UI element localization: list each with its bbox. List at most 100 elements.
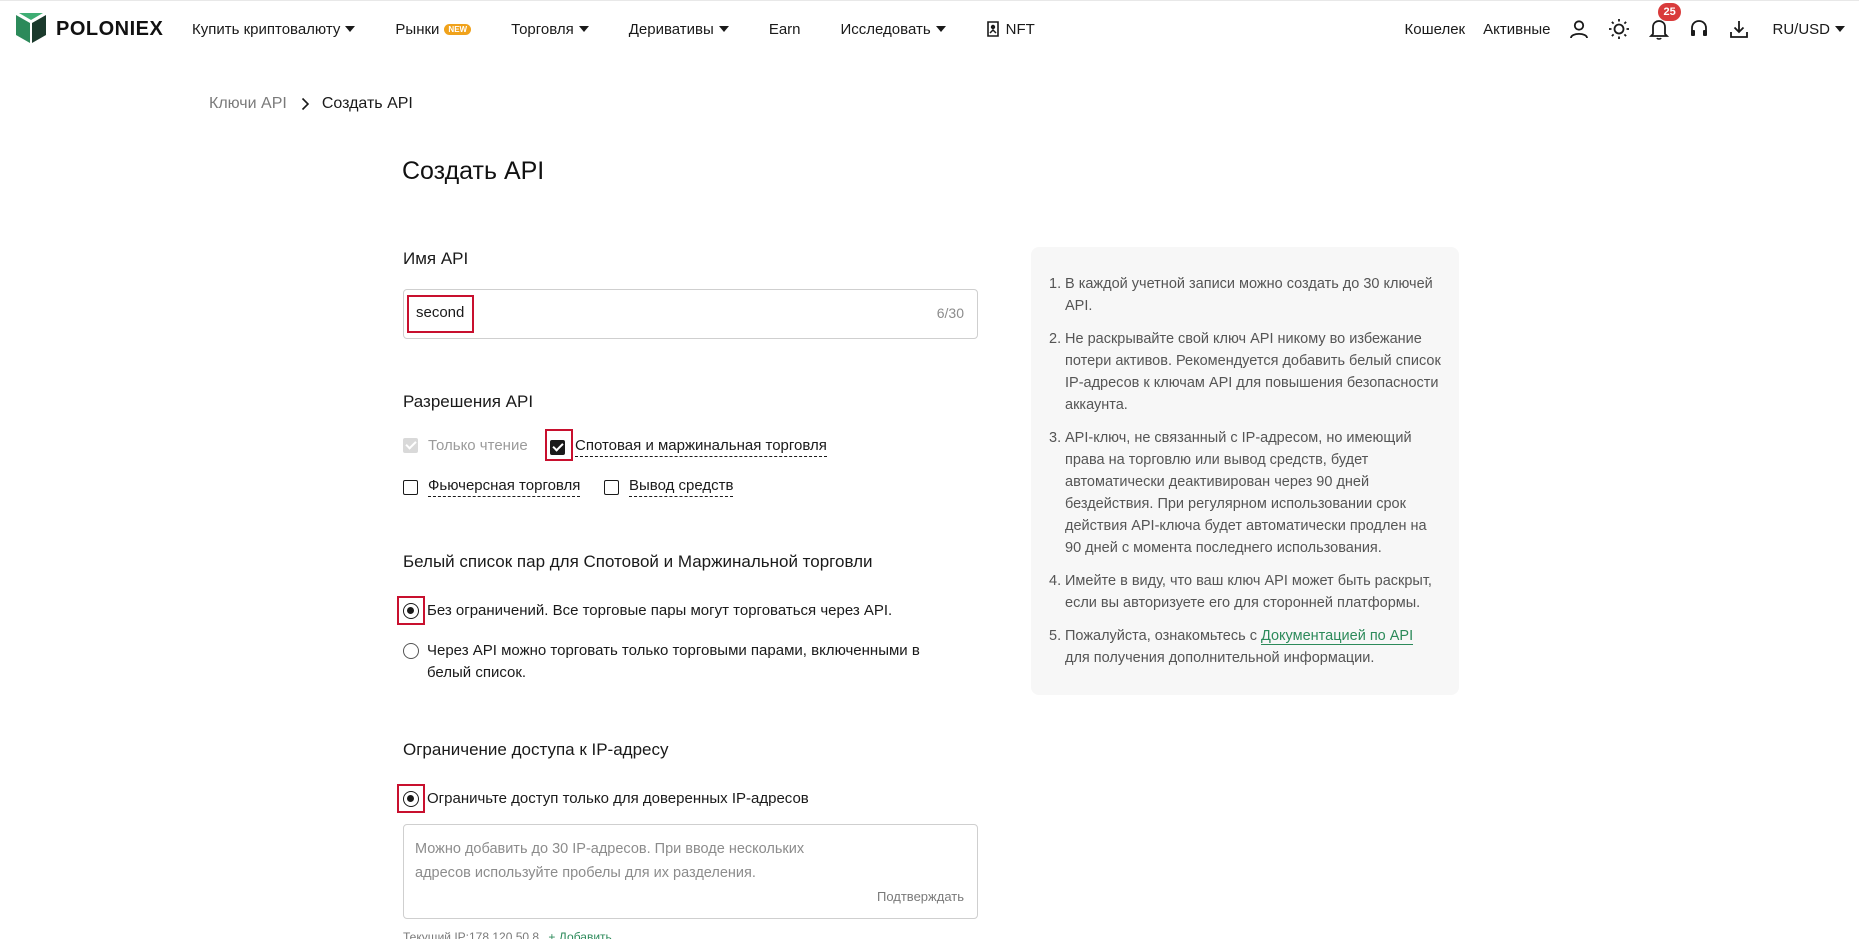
highlight-box-unrestricted-radio <box>397 596 425 625</box>
trusted-ip-label: Ограничьте доступ только для доверенных … <box>427 790 809 807</box>
info-panel: 1. В каждой учетной записи можно создать… <box>1031 247 1459 695</box>
theme-sun-icon[interactable] <box>1608 18 1630 40</box>
info-item-text: Имейте в виду, что ваш ключ API может бы… <box>1065 573 1432 611</box>
info-item-text: API-ключ, не связанный с IP-адресом, но … <box>1065 430 1427 556</box>
api-name-input[interactable]: second 6/30 <box>403 289 978 339</box>
language-currency-selector[interactable]: RU/USD <box>1772 21 1845 38</box>
api-name-label: Имя API <box>403 249 469 268</box>
breadcrumb-api-keys-link[interactable]: Ключи API <box>209 95 287 113</box>
main-nav: Купить криптовалюту Рынки NEW Торговля Д… <box>192 1 1075 57</box>
info-item-text: Не раскрывайте свой ключ API никому во и… <box>1065 331 1441 413</box>
nav-markets[interactable]: Рынки NEW <box>395 20 472 38</box>
restricted-label: Через API можно торговать только торговы… <box>427 640 920 684</box>
info-item: 5. Пожалуйста, ознакомьтесь с Документац… <box>1049 625 1441 669</box>
info-item-text: В каждой учетной записи можно создать до… <box>1065 276 1433 314</box>
breadcrumb: Ключи API Создать API <box>209 95 413 113</box>
permission-withdraw[interactable]: Вывод средств <box>604 477 734 497</box>
info-item: 1. В каждой учетной записи можно создать… <box>1049 273 1441 317</box>
nav-markets-label: Рынки <box>395 20 440 38</box>
info-item-number: 4. <box>1049 573 1062 589</box>
ip-placeholder-line1: Можно добавить до 30 IP-адресов. При вво… <box>415 841 805 857</box>
nav-nft[interactable]: NFT <box>986 21 1035 38</box>
nav-derivatives-label: Деривативы <box>628 20 714 38</box>
whitelist-option-restricted[interactable]: Через API можно торговать только торговы… <box>403 640 920 684</box>
withdraw-checkbox[interactable] <box>604 479 619 495</box>
whitelist-option-unrestricted[interactable]: Без ограничений. Все торговые пары могут… <box>403 600 892 622</box>
download-icon[interactable] <box>1728 18 1750 40</box>
info-list: 1. В каждой учетной записи можно создать… <box>1049 273 1441 680</box>
info-item-number: 5. <box>1049 628 1062 644</box>
withdraw-label[interactable]: Вывод средств <box>629 477 734 497</box>
info-item-number: 1. <box>1049 276 1062 292</box>
permission-spot-margin[interactable]: Спотовая и маржинальная торговля <box>550 437 827 457</box>
add-ip-link[interactable]: + Добавить <box>548 930 611 939</box>
chevron-down-icon <box>1835 26 1845 32</box>
assets-link[interactable]: Активные <box>1483 21 1550 38</box>
new-badge: NEW <box>444 23 472 35</box>
ip-placeholder: Можно добавить до 30 IP-адресов. При вво… <box>415 837 835 885</box>
unrestricted-label: Без ограничений. Все торговые пары могут… <box>427 602 893 619</box>
language-currency-label: RU/USD <box>1772 20 1830 38</box>
nav-derivatives[interactable]: Деривативы <box>629 21 729 38</box>
chevron-down-icon <box>578 26 589 32</box>
nav-buy-crypto[interactable]: Купить криптовалюту <box>192 20 356 38</box>
top-navigation-bar: POLONIEX Купить криптовалюту Рынки NEW Т… <box>0 0 1859 56</box>
restricted-label-line1: Через API можно торговать только торговы… <box>427 642 920 659</box>
ip-confirm-button[interactable]: Подтверждать <box>877 889 964 904</box>
info-item-number: 3. <box>1049 430 1062 446</box>
notification-count-badge: 25 <box>1658 3 1681 21</box>
info-item: 4. Имейте в виду, что ваш ключ API может… <box>1049 570 1441 614</box>
chevron-right-icon <box>301 97 309 111</box>
restricted-radio[interactable] <box>403 643 419 659</box>
nav-explore-label: Исследовать <box>840 20 931 38</box>
header-right-actions: Кошелек Активные 25 RU/USD <box>1386 1 1845 57</box>
highlight-box-api-name <box>407 295 474 333</box>
nav-earn-label: Earn <box>768 20 801 38</box>
futures-label[interactable]: Фьючерсная торговля <box>428 477 581 497</box>
api-name-char-counter: 6/30 <box>936 305 964 321</box>
nav-nft-label: NFT <box>1005 20 1035 38</box>
nav-trading-label: Торговля <box>511 20 574 38</box>
futures-checkbox[interactable] <box>403 479 418 495</box>
info-item: 2. Не раскрывайте свой ключ API никому в… <box>1049 328 1441 416</box>
info-item-text: Пожалуйста, ознакомьтесь с Документацией… <box>1065 625 1441 669</box>
info-item5-prefix: Пожалуйста, ознакомьтесь с <box>1065 628 1257 644</box>
permission-read-only: Только чтение <box>403 437 528 454</box>
highlight-box-trusted-ip-radio <box>397 784 425 813</box>
poloniex-logo[interactable]: POLONIEX <box>16 13 163 45</box>
nav-buy-crypto-label: Купить криптовалюту <box>192 20 341 38</box>
info-item-number: 2. <box>1049 331 1062 347</box>
logo-text: POLONIEX <box>56 17 164 40</box>
current-ip-text: Текущий IP:178.120.50.8 <box>403 930 540 939</box>
headset-support-icon[interactable] <box>1688 18 1710 40</box>
restricted-label-line2: белый список. <box>427 664 527 681</box>
current-ip-row: Текущий IP:178.120.50.8 + Добавить <box>403 930 612 939</box>
info-item: 3. API-ключ, не связанный с IP-адресом, … <box>1049 427 1441 559</box>
read-only-label: Только чтение <box>428 437 528 454</box>
poloniex-logo-icon <box>16 13 46 43</box>
spot-margin-label[interactable]: Спотовая и маржинальная торговля <box>575 437 827 457</box>
wallet-link[interactable]: Кошелек <box>1404 21 1465 38</box>
nav-trading[interactable]: Торговля <box>511 21 589 38</box>
ip-placeholder-line2: адресов используйте пробелы для их разде… <box>415 865 756 881</box>
chevron-down-icon <box>718 26 729 32</box>
ip-option-trusted-only[interactable]: Ограничьте доступ только для доверенных … <box>403 788 809 810</box>
info-item5-suffix: для получения дополнительной информации. <box>1065 650 1375 666</box>
chevron-down-icon <box>935 26 946 32</box>
api-documentation-link[interactable]: Документацией по API <box>1261 628 1414 645</box>
nft-icon <box>986 21 999 37</box>
breadcrumb-current: Создать API <box>321 95 413 112</box>
whitelist-section-label: Белый список пар для Спотовой и Маржинал… <box>403 552 873 571</box>
bell-icon[interactable]: 25 <box>1648 3 1681 40</box>
nav-explore[interactable]: Исследовать <box>841 21 946 38</box>
permission-futures[interactable]: Фьючерсная торговля <box>403 477 581 497</box>
ip-restriction-label: Ограничение доступа к IP-адресу <box>403 740 669 759</box>
api-permissions-label: Разрешения API <box>403 392 534 411</box>
page-title: Создать API <box>402 157 545 185</box>
user-icon[interactable] <box>1568 18 1590 40</box>
read-only-checkbox <box>403 438 418 453</box>
highlight-box-spot-checkbox <box>545 429 573 461</box>
ip-address-textarea[interactable]: Можно добавить до 30 IP-адресов. При вво… <box>403 824 978 919</box>
chevron-down-icon <box>345 26 356 32</box>
nav-earn[interactable]: Earn <box>769 21 801 38</box>
